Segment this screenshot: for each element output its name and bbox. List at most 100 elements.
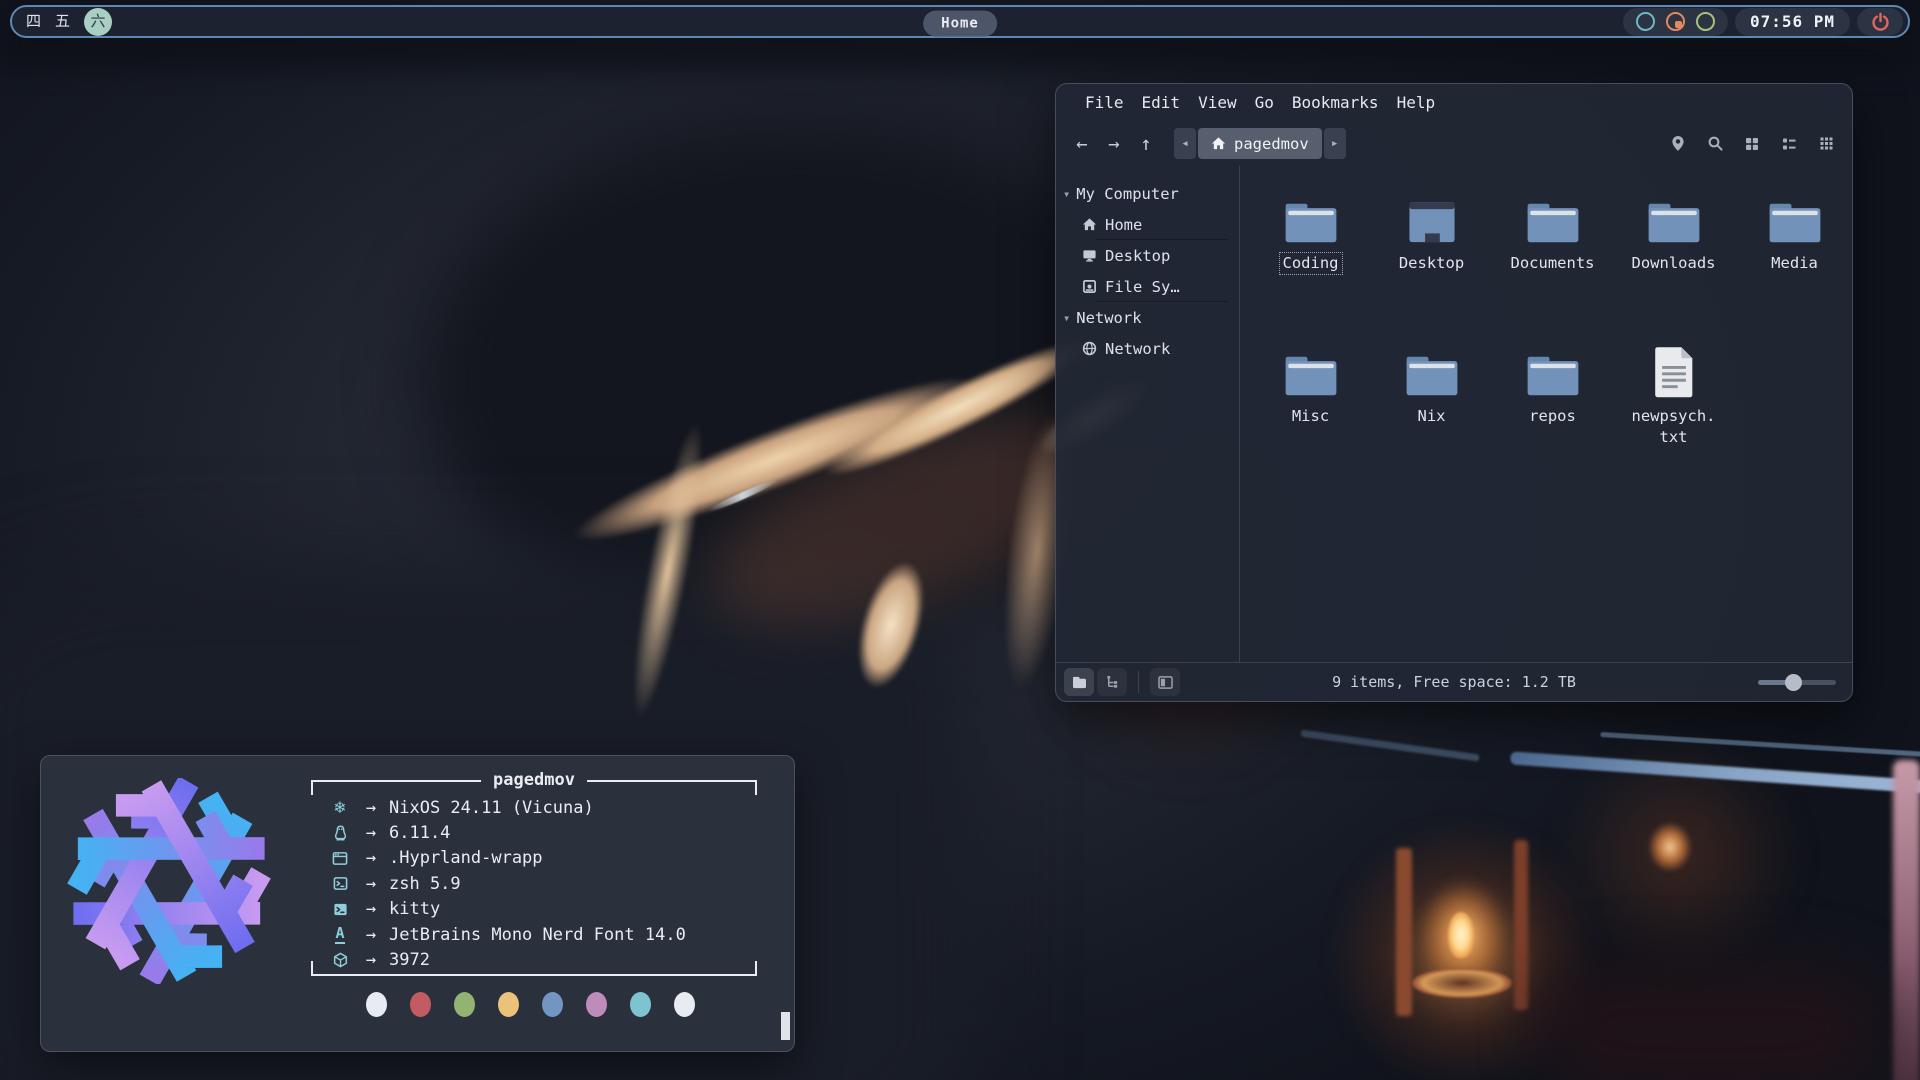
path-segment-label: pagedmov — [1234, 135, 1309, 153]
fetch-value: JetBrains Mono Nerd Font 14.0 — [389, 925, 686, 945]
forward-button[interactable]: → — [1098, 128, 1130, 160]
file-item-misc[interactable]: Misc — [1250, 343, 1371, 496]
palette-dot — [630, 992, 651, 1017]
active-window-title: Home — [923, 10, 997, 36]
terminal-window: pagedmov ❄ → NixOS 24.11 (Vicuna) → 6.11… — [40, 755, 795, 1052]
arrow-icon: → — [353, 874, 389, 894]
file-label: Downloads — [1629, 253, 1719, 274]
fetch-row-kernel: → 6.11.4 — [327, 820, 757, 845]
chevron-down-icon[interactable]: ▾ — [1063, 187, 1070, 201]
slider-handle[interactable] — [1785, 674, 1802, 691]
file-item-media[interactable]: Media — [1734, 190, 1855, 343]
location-button[interactable] — [1664, 130, 1692, 158]
sidebar-item-label: Network — [1105, 340, 1170, 358]
file-label: Nix — [1415, 406, 1449, 427]
fetch-row-shell: → zsh 5.9 — [327, 871, 757, 896]
sidebar-item-label: File Sy… — [1105, 278, 1180, 296]
fetch-row-wm: → .Hyprland-wrapp — [327, 846, 757, 871]
compact-view-button[interactable] — [1812, 130, 1840, 158]
palette-dot — [674, 992, 695, 1017]
palette-dot — [498, 992, 519, 1017]
menu-help[interactable]: Help — [1388, 93, 1445, 112]
file-item-newpsych-txt[interactable]: newpsych.txt — [1613, 343, 1734, 496]
sidebar-item-file-system[interactable]: File Sy… — [1056, 271, 1239, 302]
window-manager-icon — [327, 851, 353, 866]
tree-pane-button[interactable] — [1097, 668, 1127, 696]
package-icon — [327, 952, 353, 968]
tray-indicators[interactable] — [1623, 8, 1728, 36]
search-button[interactable] — [1701, 130, 1729, 158]
location-pin-icon — [1670, 135, 1686, 152]
compact-view-icon — [1819, 136, 1834, 151]
sidebar-item-label: Home — [1105, 216, 1142, 234]
file-item-coding[interactable]: Coding — [1250, 190, 1371, 343]
places-pane-button[interactable] — [1064, 668, 1094, 696]
home-icon — [1211, 136, 1226, 151]
wallpaper-dark-corner — [1540, 960, 1880, 1080]
menu-view[interactable]: View — [1189, 93, 1246, 112]
file-item-repos[interactable]: repos — [1492, 343, 1613, 496]
file-item-documents[interactable]: Documents — [1492, 190, 1613, 343]
shell-icon — [327, 876, 353, 891]
file-label: Media — [1768, 253, 1821, 274]
toggle-sidepane-button[interactable] — [1150, 668, 1180, 696]
statusbar-buttons — [1056, 668, 1180, 696]
divider — [1138, 671, 1139, 693]
back-button[interactable]: ← — [1066, 128, 1098, 160]
menu-bookmarks[interactable]: Bookmarks — [1283, 93, 1388, 112]
tray-circle-orange[interactable] — [1666, 12, 1685, 31]
icon-view-button[interactable] — [1738, 130, 1766, 158]
path-home-button[interactable]: pagedmov — [1198, 128, 1322, 159]
path-scroll-right-button[interactable]: ▸ — [1324, 128, 1346, 159]
zoom-slider[interactable] — [1758, 674, 1836, 691]
status-text: 9 items, Free space: 1.2 TB — [1332, 673, 1576, 691]
wallpaper-candle-cup — [1412, 968, 1512, 998]
sidebar-item-home[interactable]: Home — [1056, 209, 1239, 240]
menu-go[interactable]: Go — [1246, 93, 1283, 112]
clock[interactable]: 07:56 PM — [1735, 8, 1850, 36]
fetch-value: zsh 5.9 — [389, 874, 461, 894]
terminal-cursor[interactable] — [781, 1012, 790, 1040]
workspace-6-active[interactable]: 六 — [84, 8, 112, 36]
search-icon — [1707, 135, 1724, 152]
tray-circle-green[interactable] — [1696, 12, 1715, 31]
workspace-5[interactable]: 五 — [55, 14, 70, 29]
file-item-desktop[interactable]: Desktop — [1371, 190, 1492, 343]
fetch-row-terminal: → kitty — [327, 897, 757, 922]
sidebar-item-desktop[interactable]: Desktop — [1056, 240, 1239, 271]
nixos-logo — [66, 778, 272, 984]
workspace-4[interactable]: 四 — [26, 14, 41, 29]
arrow-icon: → — [353, 899, 389, 919]
fetch-row-packages: → 3972 — [327, 947, 757, 972]
path-scroll-left-button[interactable]: ◂ — [1174, 128, 1196, 159]
sidebar-section-my-computer[interactable]: ▾ My Computer — [1056, 178, 1239, 209]
palette-dot — [586, 992, 607, 1017]
folder-icon — [1525, 343, 1581, 399]
file-label: Misc — [1289, 406, 1332, 427]
file-label: Desktop — [1396, 253, 1467, 274]
tray-indicator-dot — [1675, 21, 1682, 28]
folder-icon — [1283, 343, 1339, 399]
sidebar: ▾ My Computer Home Desktop — [1056, 166, 1239, 662]
chevron-down-icon[interactable]: ▾ — [1063, 311, 1070, 325]
wallpaper-blue-beam — [1300, 730, 1479, 762]
sidebar-section-network[interactable]: ▾ Network — [1056, 302, 1239, 333]
sidebar-item-network[interactable]: Network — [1056, 333, 1239, 364]
folder-icon — [1404, 343, 1460, 399]
power-button[interactable] — [1857, 8, 1903, 36]
fetch-value: 6.11.4 — [389, 823, 450, 843]
file-item-nix[interactable]: Nix — [1371, 343, 1492, 496]
tray-circle-teal[interactable] — [1636, 12, 1655, 31]
power-icon — [1871, 12, 1890, 31]
file-item-downloads[interactable]: Downloads — [1613, 190, 1734, 343]
arrow-icon: → — [353, 848, 389, 868]
wallpaper-lantern-frame — [1514, 840, 1528, 1010]
up-button[interactable]: ↑ — [1130, 128, 1162, 160]
list-view-button[interactable] — [1775, 130, 1803, 158]
file-label: Coding — [1280, 253, 1342, 274]
color-palette — [366, 992, 695, 1017]
menu-edit[interactable]: Edit — [1133, 93, 1190, 112]
menu-file[interactable]: File — [1076, 93, 1133, 112]
fetch-box: pagedmov ❄ → NixOS 24.11 (Vicuna) → 6.11… — [311, 780, 757, 976]
desktop-icon — [1406, 190, 1458, 246]
